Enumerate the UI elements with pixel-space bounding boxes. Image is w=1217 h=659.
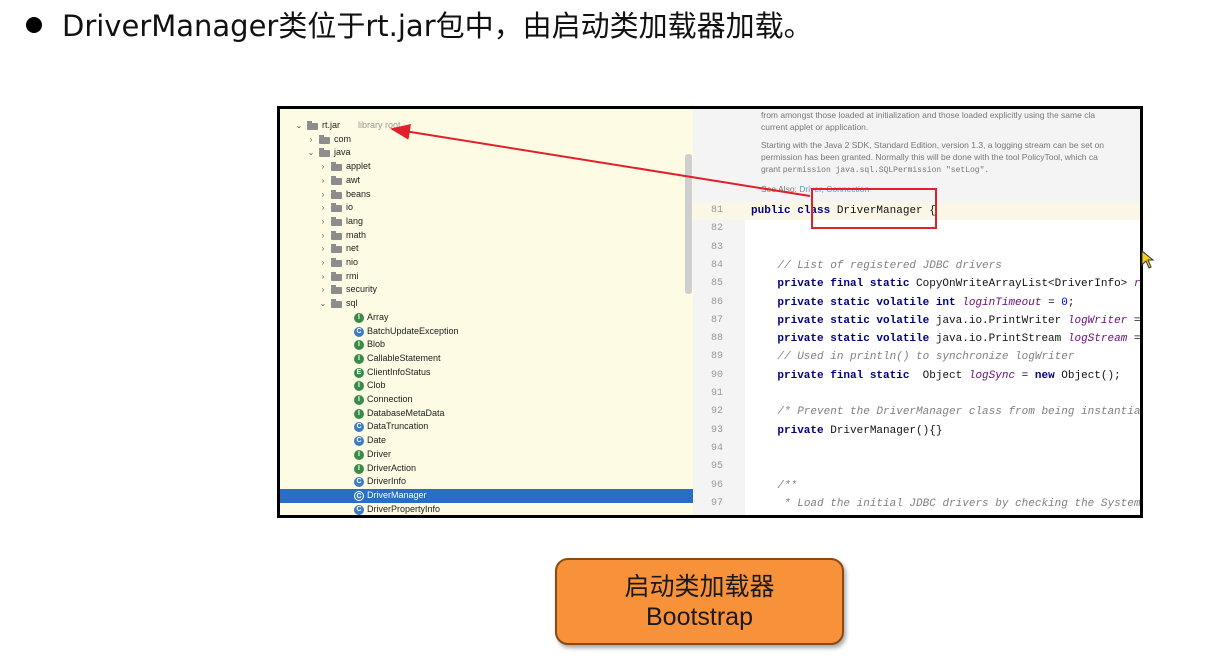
bootstrap-title-en: Bootstrap bbox=[645, 603, 753, 631]
bootstrap-title-cn: 启动类加载器 bbox=[624, 572, 775, 601]
mouse-pointer-icon bbox=[1141, 250, 1155, 269]
bootstrap-loader-box: 启动类加载器 Bootstrap bbox=[555, 558, 844, 645]
